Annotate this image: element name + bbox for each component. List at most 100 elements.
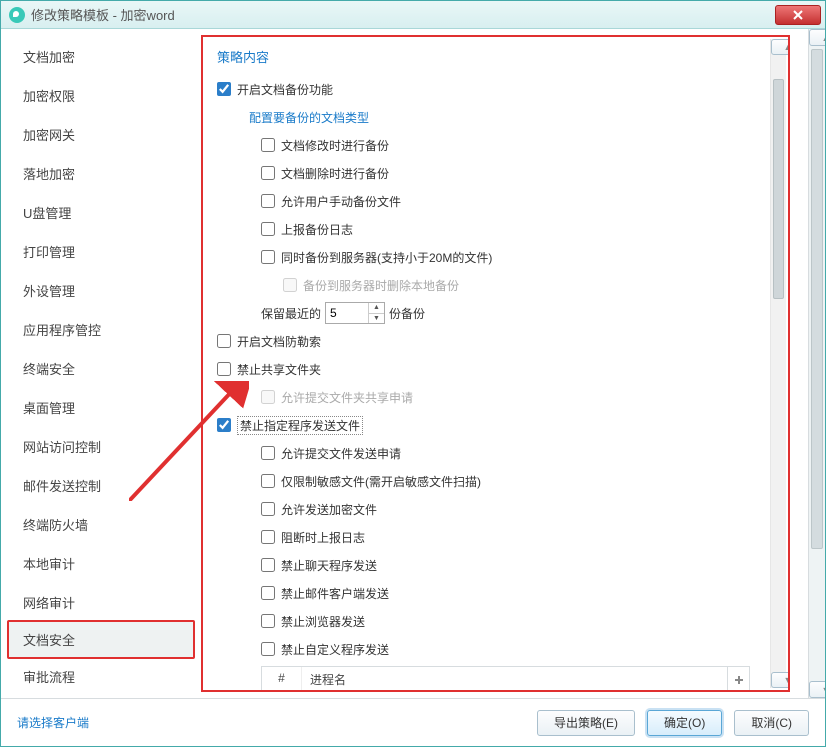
label-backup-to-server: 同时备份到服务器(支持小于20M的文件)	[281, 249, 492, 266]
checkbox-backup-on-modify[interactable]	[261, 138, 275, 152]
export-policy-button[interactable]: 导出策略(E)	[537, 710, 635, 736]
row-forbid-chat-send: 禁止聊天程序发送	[217, 554, 774, 576]
sidebar-item-label: 加密权限	[23, 89, 75, 104]
label-backup-on-delete: 文档删除时进行备份	[281, 165, 389, 182]
footer-hint[interactable]: 请选择客户端	[17, 714, 89, 731]
sidebar-item-label: 审批流程	[23, 670, 75, 685]
add-row-button[interactable]	[727, 667, 749, 692]
sidebar-item-peripheral[interactable]: 外设管理	[1, 271, 201, 310]
row-backup-on-delete: 文档删除时进行备份	[217, 162, 774, 184]
row-allow-send-apply: 允许提交文件发送申请	[217, 442, 774, 464]
row-report-on-block: 阻断时上报日志	[217, 526, 774, 548]
sidebar-item-approval[interactable]: 审批流程	[1, 657, 201, 696]
spinner-down-icon[interactable]: ▼	[369, 314, 384, 324]
ok-button[interactable]: 确定(O)	[647, 710, 722, 736]
label-allow-encrypted-send: 允许发送加密文件	[281, 501, 377, 518]
label-allow-share-apply: 允许提交文件夹共享申请	[281, 389, 413, 406]
checkbox-allow-share-apply	[261, 390, 275, 404]
sidebar-item-local-audit[interactable]: 本地审计	[1, 544, 201, 583]
content-area: 策略内容 开启文档备份功能 配置要备份的文档类型 文档修改时进行备份 文档删除时…	[201, 29, 808, 698]
checkbox-delete-local-after	[283, 278, 297, 292]
label-keep-recent-suffix: 份备份	[389, 305, 425, 322]
checkbox-anti-ransom[interactable]	[217, 334, 231, 348]
row-forbid-custom-send: 禁止自定义程序发送	[217, 638, 774, 660]
checkbox-only-sensitive[interactable]	[261, 474, 275, 488]
scroll-thumb[interactable]	[811, 49, 823, 549]
row-forbid-browser-send: 禁止浏览器发送	[217, 610, 774, 632]
sidebar-item-label: 打印管理	[23, 245, 75, 260]
sidebar-item-firewall[interactable]: 终端防火墙	[1, 505, 201, 544]
process-table-header: # 进程名	[261, 666, 750, 692]
sidebar-item-label: 邮件发送控制	[23, 479, 101, 494]
content-scrollbar[interactable]: ▲ ▼	[770, 39, 786, 688]
label-report-on-block: 阻断时上报日志	[281, 529, 365, 546]
sidebar-item-label: 外设管理	[23, 284, 75, 299]
row-enable-backup: 开启文档备份功能	[217, 78, 774, 100]
checkbox-enable-backup[interactable]	[217, 82, 231, 96]
sidebar-item-desktop-manage[interactable]: 桌面管理	[1, 388, 201, 427]
sidebar-item-usb-manage[interactable]: U盘管理	[1, 193, 201, 232]
checkbox-forbid-mail-send[interactable]	[261, 586, 275, 600]
sidebar-item-doc-security[interactable]: 文档安全	[7, 620, 195, 659]
label-report-backup-log: 上报备份日志	[281, 221, 353, 238]
scroll-thumb[interactable]	[773, 79, 784, 299]
app-icon	[9, 7, 25, 23]
label-backup-on-modify: 文档修改时进行备份	[281, 137, 389, 154]
close-button[interactable]	[775, 5, 821, 25]
sidebar-item-landing-encrypt[interactable]: 落地加密	[1, 154, 201, 193]
row-anti-ransom: 开启文档防勒索	[217, 330, 774, 352]
scroll-up-icon[interactable]: ▲	[809, 29, 825, 46]
cancel-button[interactable]: 取消(C)	[734, 710, 809, 736]
link-config-types[interactable]: 配置要备份的文档类型	[249, 109, 369, 126]
checkbox-forbid-browser-send[interactable]	[261, 614, 275, 628]
label-forbid-browser-send: 禁止浏览器发送	[281, 613, 365, 630]
button-label: 取消(C)	[751, 716, 792, 730]
sidebar-item-net-audit[interactable]: 网络审计	[1, 583, 201, 622]
checkbox-report-on-block[interactable]	[261, 530, 275, 544]
label-forbid-share-folder: 禁止共享文件夹	[237, 361, 321, 378]
label-forbid-custom-send: 禁止自定义程序发送	[281, 641, 389, 658]
section-heading: 策略内容	[217, 47, 774, 66]
scroll-down-icon[interactable]: ▼	[771, 672, 790, 688]
sidebar-item-doc-encrypt[interactable]: 文档加密	[1, 37, 201, 76]
checkbox-allow-encrypted-send[interactable]	[261, 502, 275, 516]
checkbox-allow-send-apply[interactable]	[261, 446, 275, 460]
keep-recent-spinner[interactable]: ▲ ▼	[325, 302, 385, 324]
checkbox-forbid-custom-send[interactable]	[261, 642, 275, 656]
sidebar-item-mail-control[interactable]: 邮件发送控制	[1, 466, 201, 505]
checkbox-forbid-prog-send[interactable]	[217, 418, 231, 432]
sidebar-item-label: 终端防火墙	[23, 518, 88, 533]
label-only-sensitive: 仅限制敏感文件(需开启敏感文件扫描)	[281, 473, 481, 490]
panel-scrollbar[interactable]: ▲ ▼	[808, 29, 825, 698]
sidebar-item-app-control[interactable]: 应用程序管控	[1, 310, 201, 349]
spinner-up-icon[interactable]: ▲	[369, 303, 384, 314]
sidebar-item-encrypt-perm[interactable]: 加密权限	[1, 76, 201, 115]
sidebar-item-web-control[interactable]: 网站访问控制	[1, 427, 201, 466]
checkbox-backup-to-server[interactable]	[261, 250, 275, 264]
checkbox-allow-manual-backup[interactable]	[261, 194, 275, 208]
checkbox-report-backup-log[interactable]	[261, 222, 275, 236]
label-forbid-mail-send: 禁止邮件客户端发送	[281, 585, 389, 602]
sidebar-item-print-manage[interactable]: 打印管理	[1, 232, 201, 271]
sidebar-item-encrypt-gateway[interactable]: 加密网关	[1, 115, 201, 154]
keep-recent-input[interactable]	[326, 303, 368, 323]
button-label: 导出策略(E)	[554, 716, 618, 730]
titlebar: 修改策略模板 - 加密word	[1, 1, 825, 29]
label-delete-local-after: 备份到服务器时删除本地备份	[303, 277, 459, 294]
label-allow-manual-backup: 允许用户手动备份文件	[281, 193, 401, 210]
scroll-down-icon[interactable]: ▼	[809, 681, 825, 698]
row-forbid-prog-send: 禁止指定程序发送文件	[217, 414, 774, 436]
sidebar-item-label: 桌面管理	[23, 401, 75, 416]
scroll-up-icon[interactable]: ▲	[771, 39, 790, 55]
dialog-body: 文档加密 加密权限 加密网关 落地加密 U盘管理 打印管理 外设管理 应用程序管…	[1, 29, 825, 698]
checkbox-forbid-share-folder[interactable]	[217, 362, 231, 376]
sidebar-item-label: 网络审计	[23, 596, 75, 611]
button-label: 确定(O)	[664, 716, 705, 730]
sidebar-item-addon[interactable]: 附属功能	[1, 696, 201, 698]
checkbox-backup-on-delete[interactable]	[261, 166, 275, 180]
label-allow-send-apply: 允许提交文件发送申请	[281, 445, 401, 462]
sidebar-item-endpoint-sec[interactable]: 终端安全	[1, 349, 201, 388]
checkbox-forbid-chat-send[interactable]	[261, 558, 275, 572]
row-backup-on-modify: 文档修改时进行备份	[217, 134, 774, 156]
sidebar-item-label: 本地审计	[23, 557, 75, 572]
